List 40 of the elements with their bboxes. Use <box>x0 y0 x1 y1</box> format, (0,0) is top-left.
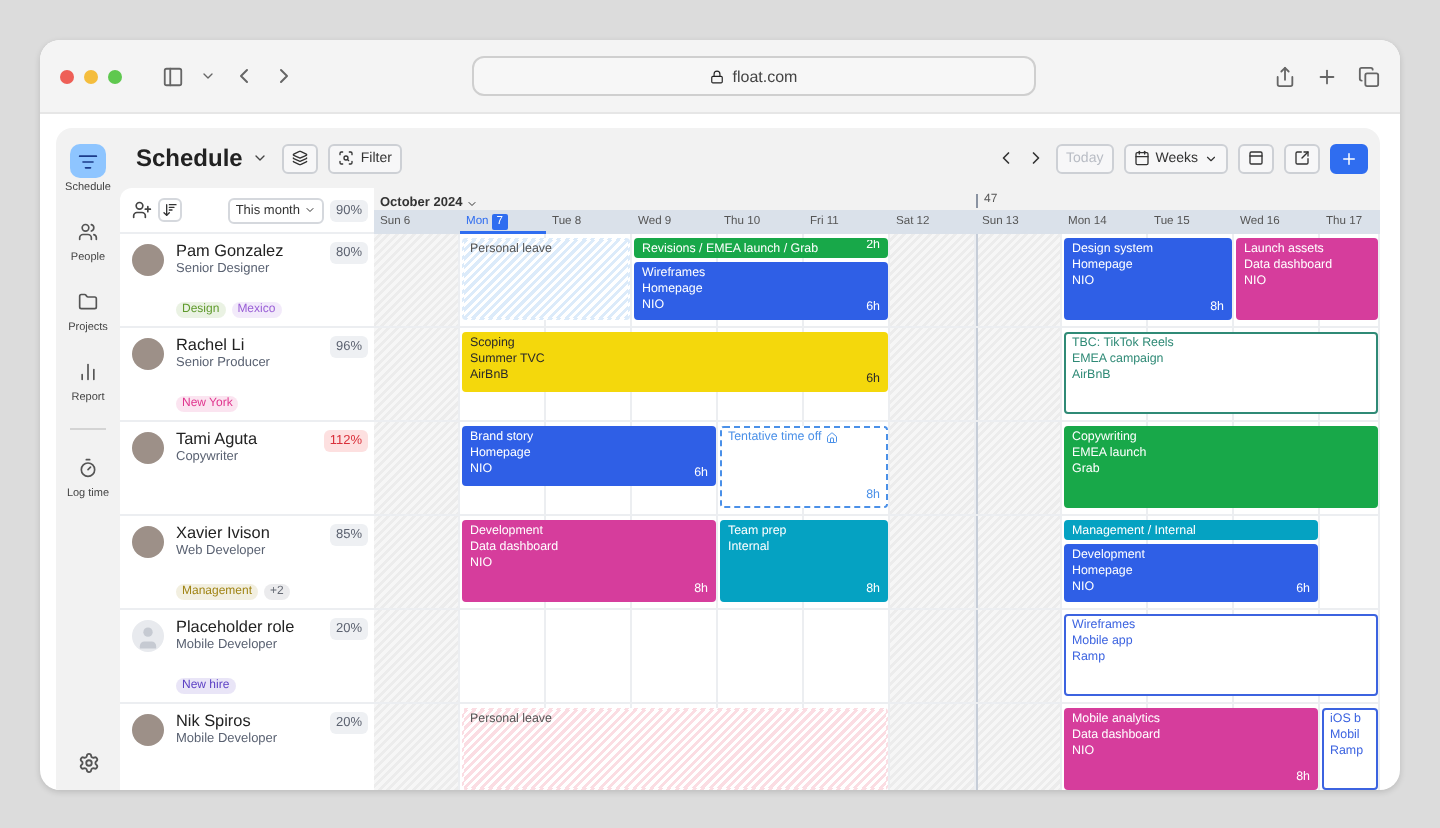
url-text: float.com <box>732 67 798 85</box>
sort-button[interactable] <box>158 198 182 222</box>
panel-icon <box>1248 150 1264 166</box>
person-name[interactable]: Placeholder role <box>176 618 318 636</box>
export-icon <box>1294 150 1310 166</box>
page-title: Schedule <box>136 144 243 172</box>
layers-icon <box>292 150 309 166</box>
bar-chart-icon <box>78 361 98 381</box>
lines-icon <box>78 151 98 171</box>
layers-button[interactable] <box>282 143 319 173</box>
person-name[interactable]: Rachel Li <box>176 336 318 354</box>
address-bar[interactable]: float.com <box>472 56 1036 96</box>
lock-icon <box>710 69 725 83</box>
person-name[interactable]: Xavier Ivison <box>176 524 318 542</box>
window-close-control[interactable] <box>60 69 74 83</box>
layout-button[interactable] <box>1238 143 1274 173</box>
settings-icon[interactable] <box>77 752 99 774</box>
person-name[interactable]: Nik Spiros <box>176 712 318 730</box>
people-icon <box>78 221 98 241</box>
share-icon[interactable] <box>1274 65 1296 87</box>
stopwatch-icon <box>77 457 98 477</box>
sort-icon <box>162 202 178 218</box>
caret-icon <box>1204 151 1218 165</box>
house-icon <box>825 432 838 444</box>
export-button[interactable] <box>1284 143 1320 173</box>
folder-icon <box>78 291 98 311</box>
filter-icon <box>338 150 355 166</box>
calendar-icon <box>1133 150 1150 166</box>
add-button[interactable] <box>1330 143 1368 173</box>
plus-icon <box>1340 149 1358 167</box>
person-name[interactable]: Pam Gonzalez <box>176 242 318 260</box>
caret-icon <box>303 204 316 216</box>
sidebar-icon[interactable] <box>162 65 184 87</box>
person-name[interactable]: Tami Aguta <box>176 430 312 448</box>
caret-icon <box>466 197 479 209</box>
new-tab-icon[interactable] <box>1316 65 1338 87</box>
caret-icon[interactable] <box>200 68 216 84</box>
tabs-icon[interactable] <box>1358 65 1380 87</box>
add-person-icon[interactable] <box>132 200 152 220</box>
caret-icon[interactable] <box>252 150 269 166</box>
